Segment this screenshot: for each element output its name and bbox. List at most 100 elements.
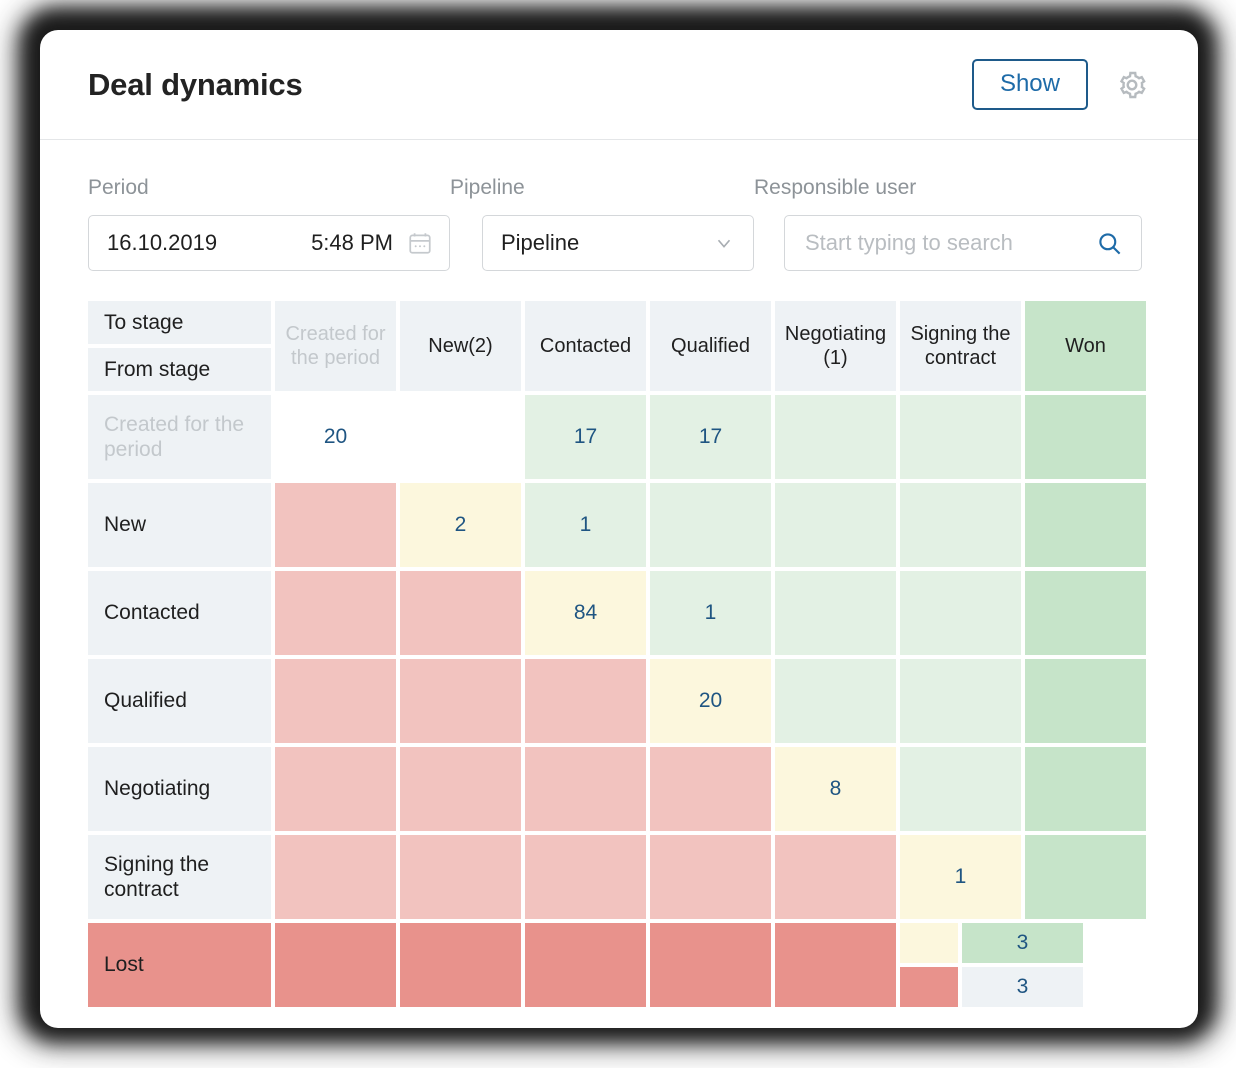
pipeline-selected-value: Pipeline [501,230,580,255]
cell-qualified-new[interactable] [400,659,521,743]
cell-contacted-negotiating[interactable] [775,571,896,655]
pipeline-label: Pipeline [450,176,525,199]
cell-qualified-qualified[interactable]: 20 [650,659,771,743]
deal-dynamics-matrix: To stage From stage Created for the peri… [88,301,1146,1007]
col-header-qualified: Qualified [650,301,771,391]
cell-signing-won[interactable] [1025,835,1146,919]
row-label-qualified: Qualified [88,659,271,743]
row-label-lost: Lost [88,923,271,1007]
cell-new-contacted[interactable]: 1 [525,483,646,567]
table-row: New 2 1 [88,483,1146,567]
cell-created-created[interactable]: 20 [275,395,396,479]
responsible-user-filter: Responsible user Start typing to search [754,176,1142,271]
chevron-down-icon[interactable] [713,232,753,254]
period-date-value[interactable]: 16.10.2019 [89,230,217,256]
table-row: Qualified 20 [88,659,1146,743]
period-filter: Period 16.10.2019 5:48 PM [88,176,450,271]
period-time-value[interactable]: 5:48 PM [311,230,407,256]
cell-negotiating-contacted[interactable] [525,747,646,831]
col-header-created: Created for the period [275,301,396,391]
table-row: Lost 3 3 [88,923,1144,1007]
cell-qualified-contacted[interactable] [525,659,646,743]
deal-dynamics-card: Deal dynamics Show Period 16.10.2019 5:4… [40,30,1198,1028]
table-row: Contacted 84 1 [88,571,1146,655]
cell-negotiating-qualified[interactable] [650,747,771,831]
table-row: Signing the contract 1 [88,835,1146,919]
col-header-negotiating: Negotiating (1) [775,301,896,391]
search-icon[interactable] [1096,230,1141,257]
cell-contacted-signing[interactable] [900,571,1021,655]
col-header-signing: Signing the contract [900,301,1021,391]
cell-contacted-contacted[interactable]: 84 [525,571,646,655]
cell-created-qualified[interactable]: 17 [650,395,771,479]
row-label-negotiating: Negotiating [88,747,271,831]
period-input[interactable]: 16.10.2019 5:48 PM [88,215,450,271]
cell-new-negotiating[interactable] [775,483,896,567]
page-title: Deal dynamics [88,66,303,102]
cell-new-signing[interactable] [900,483,1021,567]
table-row: Negotiating 8 [88,747,1146,831]
cell-lost-won-top[interactable]: 3 [962,923,1083,963]
cell-contacted-created[interactable] [275,571,396,655]
cell-lost-created[interactable] [275,923,396,1007]
cell-qualified-created[interactable] [275,659,396,743]
card-header: Deal dynamics Show [40,30,1198,140]
cell-contacted-qualified[interactable]: 1 [650,571,771,655]
row-label-new: New [88,483,271,567]
from-stage-label: From stage [88,348,271,391]
cell-signing-created[interactable] [275,835,396,919]
cell-lost-won-bottom[interactable]: 3 [962,967,1083,1007]
cell-lost-signing-split [900,923,958,1007]
cell-created-contacted[interactable]: 17 [525,395,646,479]
cell-negotiating-won[interactable] [1025,747,1146,831]
cell-created-new[interactable] [400,395,521,479]
cell-lost-signing-top[interactable] [900,923,958,963]
cell-lost-contacted[interactable] [525,923,646,1007]
show-button[interactable]: Show [971,59,1088,110]
cell-qualified-negotiating[interactable] [775,659,896,743]
cell-created-won[interactable] [1025,395,1146,479]
table-row: Created for the period 20 17 17 [88,395,1146,479]
row-label-contacted: Contacted [88,571,271,655]
cell-signing-qualified[interactable] [650,835,771,919]
cell-contacted-new[interactable] [400,571,521,655]
cell-new-won[interactable] [1025,483,1146,567]
cell-signing-signing[interactable]: 1 [900,835,1021,919]
cell-signing-contacted[interactable] [525,835,646,919]
pipeline-filter: Pipeline Pipeline [450,176,754,271]
cell-created-signing[interactable] [900,395,1021,479]
cell-negotiating-new[interactable] [400,747,521,831]
cell-lost-signing-bottom[interactable] [900,967,958,1007]
period-label: Period [88,176,149,199]
cell-created-negotiating[interactable] [775,395,896,479]
cell-contacted-won[interactable] [1025,571,1146,655]
cell-negotiating-negotiating[interactable]: 8 [775,747,896,831]
cell-lost-qualified[interactable] [650,923,771,1007]
responsible-user-input[interactable]: Start typing to search [784,215,1142,271]
cell-signing-negotiating[interactable] [775,835,896,919]
calendar-icon[interactable] [407,230,449,256]
row-label-created: Created for the period [88,395,271,479]
col-header-won: Won [1025,301,1146,391]
cell-new-new[interactable]: 2 [400,483,521,567]
screen-root: Deal dynamics Show Period 16.10.2019 5:4… [0,0,1236,1068]
gear-icon[interactable] [1114,67,1150,103]
matrix-header-row: To stage From stage Created for the peri… [88,301,1146,391]
col-header-new: New(2) [400,301,521,391]
row-label-signing: Signing the contract [88,835,271,919]
cell-qualified-won[interactable] [1025,659,1146,743]
cell-lost-new[interactable] [400,923,521,1007]
pipeline-select[interactable]: Pipeline [482,215,754,271]
search-placeholder: Start typing to search [805,230,1013,255]
cell-negotiating-signing[interactable] [900,747,1021,831]
cell-qualified-signing[interactable] [900,659,1021,743]
col-header-contacted: Contacted [525,301,646,391]
cell-lost-negotiating[interactable] [775,923,896,1007]
to-stage-label: To stage [88,301,271,344]
cell-negotiating-created[interactable] [275,747,396,831]
cell-signing-new[interactable] [400,835,521,919]
responsible-user-label: Responsible user [754,176,917,199]
cell-new-created[interactable] [275,483,396,567]
cell-new-qualified[interactable] [650,483,771,567]
matrix-corner-cell: To stage From stage [88,301,271,391]
